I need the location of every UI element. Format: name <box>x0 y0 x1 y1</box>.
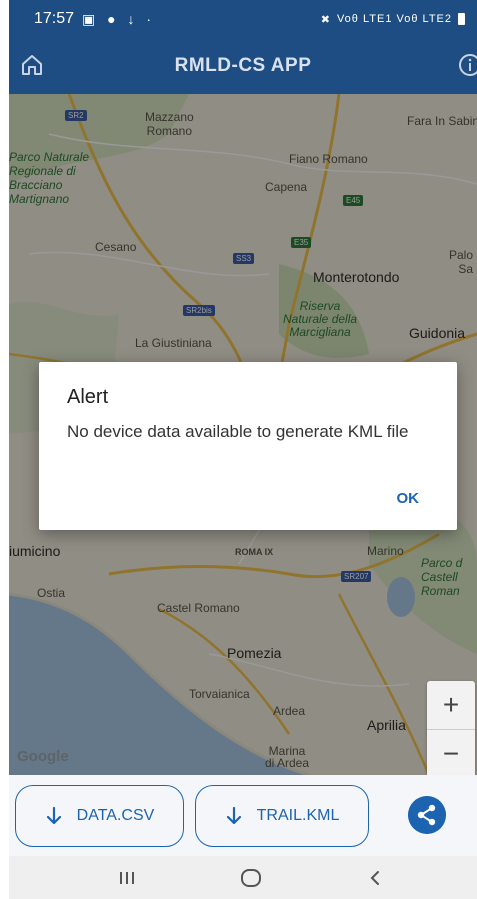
app-title: RMLD-CS APP <box>174 55 312 76</box>
trail-kml-label: TRAIL.KML <box>256 807 340 824</box>
zoom-in-button[interactable]: + <box>427 681 475 729</box>
recent-apps-icon[interactable] <box>107 864 147 892</box>
download-trail-kml-button[interactable]: TRAIL.KML <box>195 785 369 847</box>
home-nav-icon[interactable] <box>231 864 271 892</box>
app-bar: RMLD-CS APP <box>9 38 477 94</box>
data-csv-label: DATA.CSV <box>76 807 155 824</box>
system-nav-bar <box>9 856 477 899</box>
download-arrow-icon <box>46 806 61 825</box>
alert-ok-button[interactable]: OK <box>397 490 420 507</box>
mute-icon: ✖ <box>320 13 331 26</box>
status-bar: 17:57 ▣ ● ↓ · ✖ Voθ LTE1 Voθ LTE2 <box>9 0 477 38</box>
network-label: Voθ LTE1 Voθ LTE2 <box>336 13 452 25</box>
back-nav-icon[interactable] <box>355 864 395 892</box>
battery-icon <box>458 13 465 25</box>
bottom-action-bar: DATA.CSV TRAIL.KML <box>9 775 477 856</box>
home-icon[interactable] <box>19 52 45 78</box>
phone-screen: 17:57 ▣ ● ↓ · ✖ Voθ LTE1 Voθ LTE2 RMLD-C… <box>9 0 477 899</box>
google-logo: Google <box>17 748 69 765</box>
alert-message: No device data available to generate KML… <box>67 422 409 441</box>
info-icon[interactable] <box>457 52 477 78</box>
zoom-out-button[interactable]: − <box>427 730 475 775</box>
notification-icons: ▣ ● ↓ · <box>82 10 156 27</box>
share-icon[interactable] <box>408 796 446 834</box>
alert-dialog: Alert No device data available to genera… <box>39 362 457 530</box>
zoom-controls: + − <box>427 681 475 775</box>
alert-title: Alert <box>67 386 109 408</box>
download-arrow-icon <box>226 806 241 825</box>
status-right: ✖ Voθ LTE1 Voθ LTE2 <box>321 13 465 26</box>
download-data-csv-button[interactable]: DATA.CSV <box>15 785 184 847</box>
status-time: 17:57 <box>34 10 75 27</box>
